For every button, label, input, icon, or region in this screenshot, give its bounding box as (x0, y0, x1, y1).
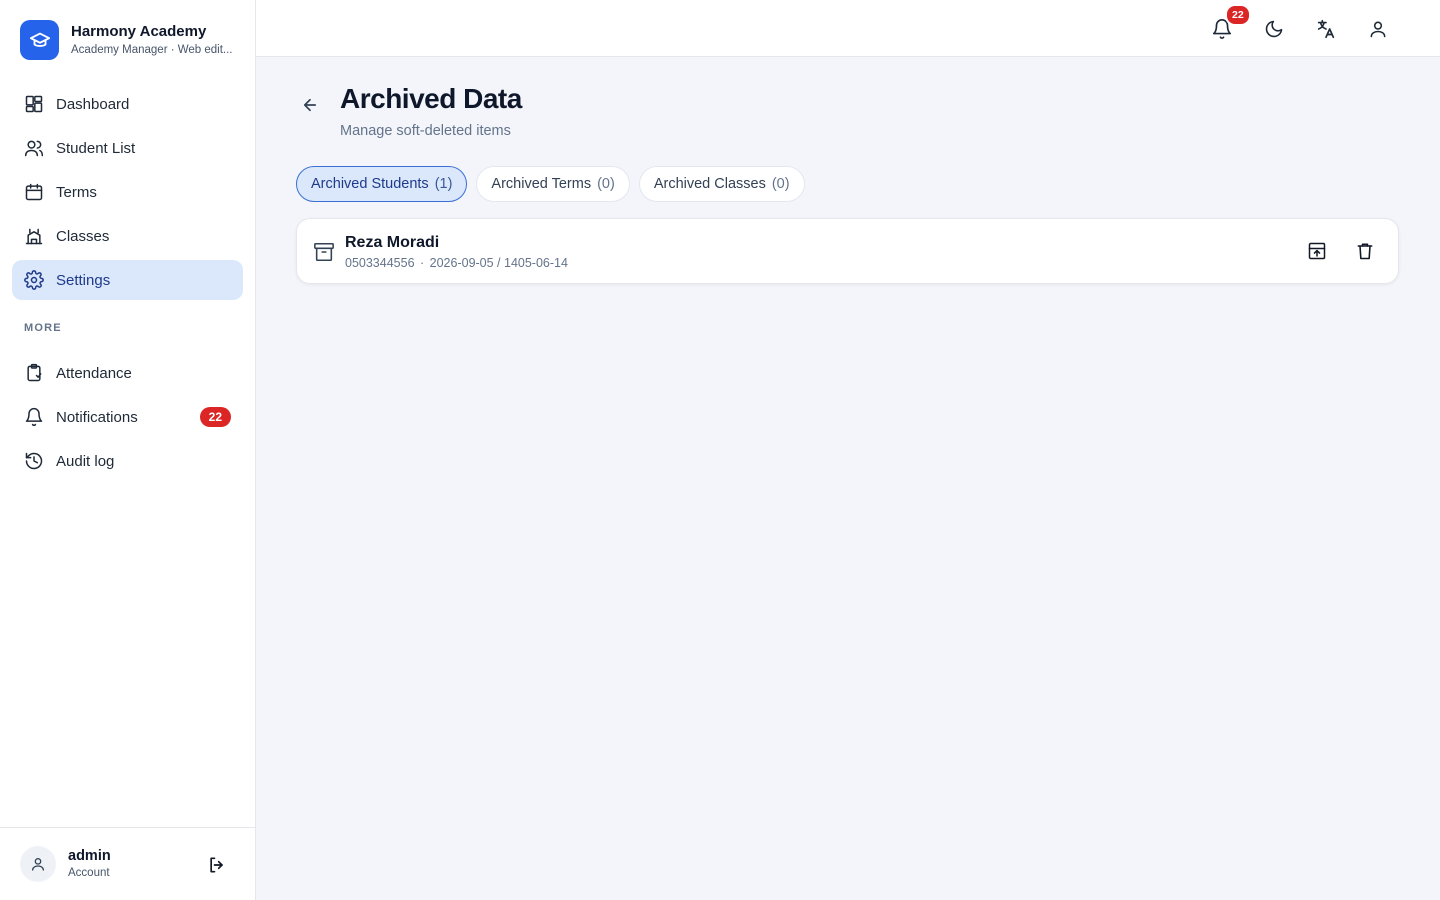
student-phone: 0503344556 (345, 256, 415, 270)
clipboard-icon (24, 363, 44, 383)
history-icon (24, 451, 44, 471)
tab-archived-terms[interactable]: Archived Terms (0) (476, 166, 630, 202)
sidebar-item-label: Notifications (56, 408, 138, 426)
sidebar-item-terms[interactable]: Terms (12, 172, 243, 212)
sidebar-item-label: Audit log (56, 452, 115, 470)
notification-count-badge: 22 (1225, 4, 1251, 26)
sidebar-item-label: Settings (56, 271, 111, 289)
brand[interactable]: Harmony Academy Academy Manager · Web ed… (20, 20, 236, 60)
student-meta: 0503344556 · 2026-09-05 / 1405-06-14 (345, 256, 568, 270)
page-title: Archived Data (340, 83, 522, 114)
archive-tabs: Archived Students (1) Archived Terms (0)… (296, 166, 814, 202)
logout-icon (210, 857, 223, 873)
archived-student-card: Reza Moradi 0503344556 · 2026-09-05 / 14… (296, 218, 1399, 284)
back-button[interactable] (298, 93, 322, 117)
dark-mode-toggle[interactable] (1261, 16, 1287, 42)
sidebar-nav: Dashboard Student List Terms Classes Set… (12, 84, 243, 485)
sidebar-item-classes[interactable]: Classes (12, 216, 243, 256)
users-icon (24, 138, 44, 158)
sidebar-item-settings[interactable]: Settings (12, 260, 243, 300)
unarchive-icon (1308, 242, 1326, 260)
user-name: admin (68, 848, 111, 864)
bell-icon (24, 407, 44, 427)
brand-subtitle: Academy Manager · Web edit... (71, 44, 233, 56)
graduation-cap-icon (20, 20, 59, 60)
arrow-left-icon (303, 98, 317, 112)
user-icon (1370, 21, 1386, 38)
tab-archived-classes[interactable]: Archived Classes (0) (638, 166, 805, 202)
tab-archived-students[interactable]: Archived Students (1) (296, 166, 468, 202)
calendar-icon (24, 182, 44, 202)
sidebar-section-more: MORE (24, 322, 62, 334)
trash-icon (1357, 243, 1373, 260)
student-name: Reza Moradi (345, 234, 440, 251)
language-button[interactable] (1313, 16, 1339, 42)
tab-count: (1) (434, 176, 453, 192)
sidebar-item-audit-log[interactable]: Audit log (12, 441, 243, 481)
tab-label: Archived Terms (491, 176, 592, 192)
tab-count: (0) (597, 176, 615, 192)
sidebar-item-label: Attendance (56, 364, 132, 382)
sidebar-item-label: Terms (56, 183, 97, 201)
notifications-count-badge: 22 (199, 407, 231, 427)
dashboard-icon (24, 94, 44, 114)
user-account-area: admin Account (0, 827, 255, 900)
building-icon (24, 226, 44, 246)
sidebar-item-label: Student List (56, 139, 136, 157)
translate-icon (1317, 19, 1335, 39)
sidebar-item-student-list[interactable]: Student List (12, 128, 243, 168)
sidebar-item-label: Dashboard (56, 95, 130, 113)
topbar: 22 (256, 0, 1440, 57)
sidebar: Harmony Academy Academy Manager · Web ed… (0, 0, 256, 900)
restore-button[interactable] (1305, 239, 1329, 263)
moon-icon (1265, 20, 1283, 38)
delete-permanently-button[interactable] (1353, 239, 1377, 263)
archive-box-icon (314, 242, 334, 262)
logout-button[interactable] (206, 854, 228, 876)
sidebar-item-notifications[interactable]: Notifications 22 (12, 397, 243, 437)
sidebar-item-attendance[interactable]: Attendance (12, 353, 243, 393)
tab-label: Archived Classes (653, 176, 766, 192)
sidebar-item-dashboard[interactable]: Dashboard (12, 84, 243, 124)
tab-label: Archived Students (311, 176, 429, 192)
user-role: Account (68, 867, 110, 879)
avatar[interactable] (20, 846, 56, 882)
profile-button[interactable] (1365, 16, 1391, 42)
tab-count: (0) (771, 176, 790, 192)
gear-icon (24, 270, 44, 290)
sidebar-item-label: Classes (56, 227, 110, 245)
brand-title: Harmony Academy (71, 23, 207, 40)
page-subtitle: Manage soft-deleted items (340, 123, 511, 139)
student-archive-date: 2026-09-05 / 1405-06-14 (429, 256, 568, 270)
